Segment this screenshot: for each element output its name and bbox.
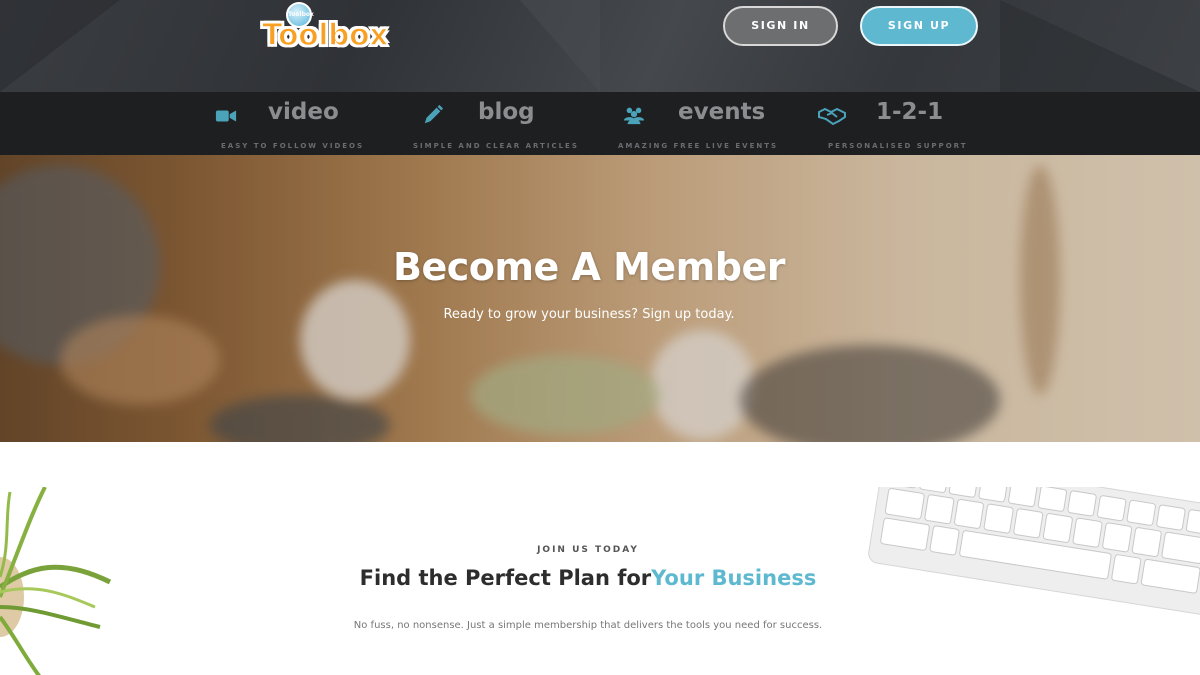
feature-subtitle: SIMPLE AND CLEAR ARTICLES [413, 142, 579, 150]
pencil-icon [424, 104, 444, 124]
handshake-icon [818, 107, 846, 126]
feature-title: video [268, 99, 339, 125]
users-icon [623, 107, 645, 125]
toolbox-logo[interactable]: Toolbox Toolbox [258, 2, 389, 54]
feature-subtitle: EASY TO FOLLOW VIDEOS [221, 142, 365, 150]
hero-title: Become A Member [392, 245, 786, 289]
header-decoration [1000, 0, 1200, 92]
feature-title: blog [478, 99, 535, 125]
feature-title: 1-2-1 [876, 99, 944, 125]
section-eyebrow: JOIN US TODAY [537, 545, 639, 555]
membership-section: JOIN US TODAY Find the Perfect Plan forY… [0, 442, 1200, 675]
header-decoration [520, 0, 600, 92]
logo-badge: Toolbox [286, 2, 314, 28]
features-bar: video EASY TO FOLLOW VIDEOS blog SIMPLE … [0, 92, 1200, 155]
feature-subtitle: PERSONALISED SUPPORT [828, 142, 968, 150]
feature-subtitle: AMAZING FREE LIVE EVENTS [618, 142, 779, 150]
header-decoration [0, 0, 120, 92]
feature-title: events [678, 99, 766, 125]
hero-overlay [0, 155, 1200, 442]
title-main: Find the Perfect Plan for [359, 566, 652, 590]
sign-in-button[interactable]: SIGN IN [723, 6, 838, 46]
title-accent: Your Business [651, 566, 817, 590]
video-camera-icon [215, 110, 237, 122]
sign-up-button[interactable]: SIGN UP [860, 6, 978, 46]
logo-text: Toolbox [261, 17, 389, 54]
keyboard-decoration [868, 487, 1200, 617]
hero-subtitle: Ready to grow your business? Sign up tod… [443, 307, 735, 322]
section-description: No fuss, no nonsense. Just a simple memb… [353, 620, 823, 631]
hero-banner: Become A Member Ready to grow your busin… [0, 155, 1200, 442]
site-header: Toolbox Toolbox SIGN IN SIGN UP [0, 0, 1200, 92]
section-title: Find the Perfect Plan forYour Business [0, 566, 1176, 590]
